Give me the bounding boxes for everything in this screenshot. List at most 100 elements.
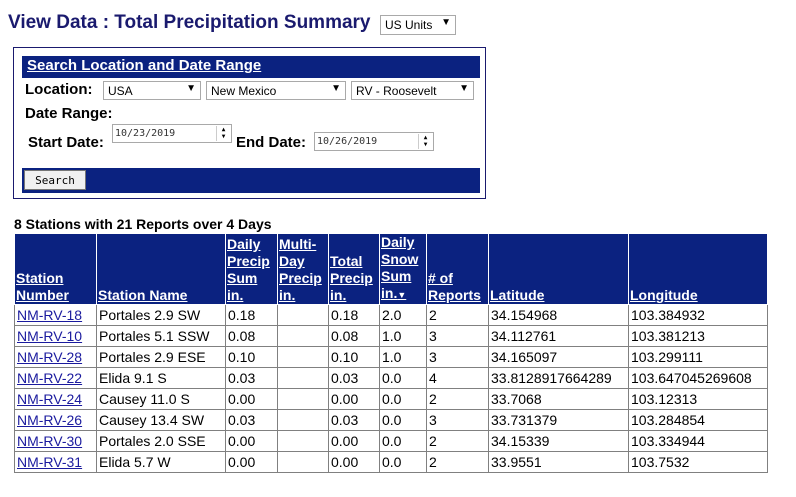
table-row: NM-RV-31 Elida 5.7 W 0.00 0.00 0.0 2 33.9551 10…: [14, 451, 768, 473]
cell-snow: 0.0: [379, 367, 427, 389]
cell-reports: 3: [426, 325, 489, 347]
table-header-row: Station Number Station Name Daily Precip…: [14, 233, 768, 305]
cell-name: Causey 13.4 SW: [96, 409, 226, 431]
station-link[interactable]: NM-RV-18: [17, 307, 82, 323]
spinner-icon[interactable]: ▲ ▼: [216, 126, 230, 141]
station-link[interactable]: NM-RV-30: [17, 433, 82, 449]
cell-snow: 0.0: [379, 388, 427, 410]
search-panel-title[interactable]: Search Location and Date Range: [22, 56, 480, 78]
cell-station-number[interactable]: NM-RV-31: [14, 451, 97, 473]
cell-multi: [277, 346, 329, 368]
sort-daily-precip-link[interactable]: Daily Precip Sum in.: [227, 236, 270, 303]
cell-name: Elida 9.1 S: [96, 367, 226, 389]
cell-lat: 34.165097: [488, 346, 629, 368]
units-select[interactable]: US Units ▼: [380, 15, 456, 35]
start-date-value: 10/23/2019: [115, 128, 176, 139]
cell-multi: [277, 325, 329, 347]
country-select[interactable]: USA ▼: [103, 81, 201, 100]
page-title: View Data : Total Precipitation Summary: [8, 12, 371, 33]
table-row: NM-RV-18 Portales 2.9 SW 0.18 0.18 2.0 2 34.15…: [14, 304, 768, 326]
cell-total: 0.03: [328, 409, 380, 431]
end-date-label: End Date:: [236, 134, 307, 151]
cell-daily: 0.00: [225, 451, 278, 473]
sort-down-icon: ▼: [397, 290, 407, 300]
end-date-input[interactable]: 10/26/2019 ▲ ▼: [314, 132, 434, 151]
cell-lat: 34.15339: [488, 430, 629, 452]
sort-station-number-link[interactable]: Station Number: [16, 270, 69, 303]
location-label: Location:: [25, 81, 93, 98]
state-select-value: New Mexico: [211, 84, 277, 98]
cell-total: 0.10: [328, 346, 380, 368]
cell-daily: 0.00: [225, 388, 278, 410]
sort-latitude-link[interactable]: Latitude: [490, 287, 544, 303]
cell-station-number[interactable]: NM-RV-24: [14, 388, 97, 410]
cell-multi: [277, 430, 329, 452]
cell-lon: 103.334944: [628, 430, 768, 452]
cell-lon: 103.12313: [628, 388, 768, 410]
cell-station-number[interactable]: NM-RV-22: [14, 367, 97, 389]
date-range-label: Date Range:: [25, 105, 113, 122]
cell-snow: 1.0: [379, 346, 427, 368]
cell-station-number[interactable]: NM-RV-10: [14, 325, 97, 347]
station-link[interactable]: NM-RV-22: [17, 370, 82, 386]
county-select[interactable]: RV - Roosevelt ▼: [351, 81, 474, 100]
sort-station-name-link[interactable]: Station Name: [98, 287, 187, 303]
cell-daily: 0.03: [225, 409, 278, 431]
sort-daily-snow-link[interactable]: Daily Snow Sum in.▼: [381, 234, 418, 301]
end-date-value: 10/26/2019: [317, 136, 378, 147]
col-daily-snow[interactable]: Daily Snow Sum in.▼: [379, 233, 427, 305]
sort-multi-day-link[interactable]: Multi- Day Precip in.: [279, 236, 322, 303]
cell-reports: 3: [426, 409, 489, 431]
sort-longitude-link[interactable]: Longitude: [630, 287, 698, 303]
station-link[interactable]: NM-RV-26: [17, 412, 82, 428]
table-row: NM-RV-10 Portales 5.1 SSW 0.08 0.08 1.0 3 34.1…: [14, 325, 768, 347]
sort-reports-link[interactable]: # of Reports: [428, 270, 481, 303]
cell-station-number[interactable]: NM-RV-18: [14, 304, 97, 326]
col-station-name[interactable]: Station Name: [96, 233, 226, 305]
cell-multi: [277, 304, 329, 326]
cell-station-number[interactable]: NM-RV-28: [14, 346, 97, 368]
col-total-precip[interactable]: Total Precip in.: [328, 233, 380, 305]
cell-daily: 0.00: [225, 430, 278, 452]
col-multi-day-precip[interactable]: Multi- Day Precip in.: [277, 233, 329, 305]
start-date-input[interactable]: 10/23/2019 ▲ ▼: [112, 124, 232, 143]
cell-station-number[interactable]: NM-RV-26: [14, 409, 97, 431]
cell-lon: 103.381213: [628, 325, 768, 347]
chevron-down-icon: ▼: [441, 17, 451, 28]
cell-lat: 33.7068: [488, 388, 629, 410]
state-select[interactable]: New Mexico ▼: [206, 81, 346, 100]
cell-multi: [277, 388, 329, 410]
cell-lon: 103.647045269608: [628, 367, 768, 389]
start-date-label: Start Date:: [28, 134, 104, 151]
station-link[interactable]: NM-RV-28: [17, 349, 82, 365]
cell-station-number[interactable]: NM-RV-30: [14, 430, 97, 452]
cell-name: Portales 2.0 SSE: [96, 430, 226, 452]
cell-snow: 2.0: [379, 304, 427, 326]
cell-lon: 103.299111: [628, 346, 768, 368]
col-reports[interactable]: # of Reports: [426, 233, 489, 305]
cell-daily: 0.10: [225, 346, 278, 368]
results-summary: 8 Stations with 21 Reports over 4 Days: [14, 216, 272, 232]
search-footer: Search: [22, 168, 480, 193]
cell-daily: 0.08: [225, 325, 278, 347]
col-longitude[interactable]: Longitude: [628, 233, 768, 305]
cell-lon: 103.7532: [628, 451, 768, 473]
station-link[interactable]: NM-RV-10: [17, 328, 82, 344]
station-link[interactable]: NM-RV-31: [17, 454, 82, 470]
cell-lat: 34.112761: [488, 325, 629, 347]
cell-total: 0.00: [328, 388, 380, 410]
col-daily-precip[interactable]: Daily Precip Sum in.: [225, 233, 278, 305]
cell-lat: 34.154968: [488, 304, 629, 326]
station-link[interactable]: NM-RV-24: [17, 391, 82, 407]
col-station-number[interactable]: Station Number: [14, 233, 97, 305]
sort-total-precip-link[interactable]: Total Precip in.: [330, 253, 373, 303]
cell-name: Elida 5.7 W: [96, 451, 226, 473]
cell-reports: 2: [426, 430, 489, 452]
cell-multi: [277, 409, 329, 431]
cell-daily: 0.18: [225, 304, 278, 326]
spinner-icon[interactable]: ▲ ▼: [418, 134, 432, 149]
col-latitude[interactable]: Latitude: [488, 233, 629, 305]
chevron-down-icon: ▼: [459, 83, 469, 94]
search-button[interactable]: Search: [24, 170, 86, 190]
cell-snow: 0.0: [379, 430, 427, 452]
